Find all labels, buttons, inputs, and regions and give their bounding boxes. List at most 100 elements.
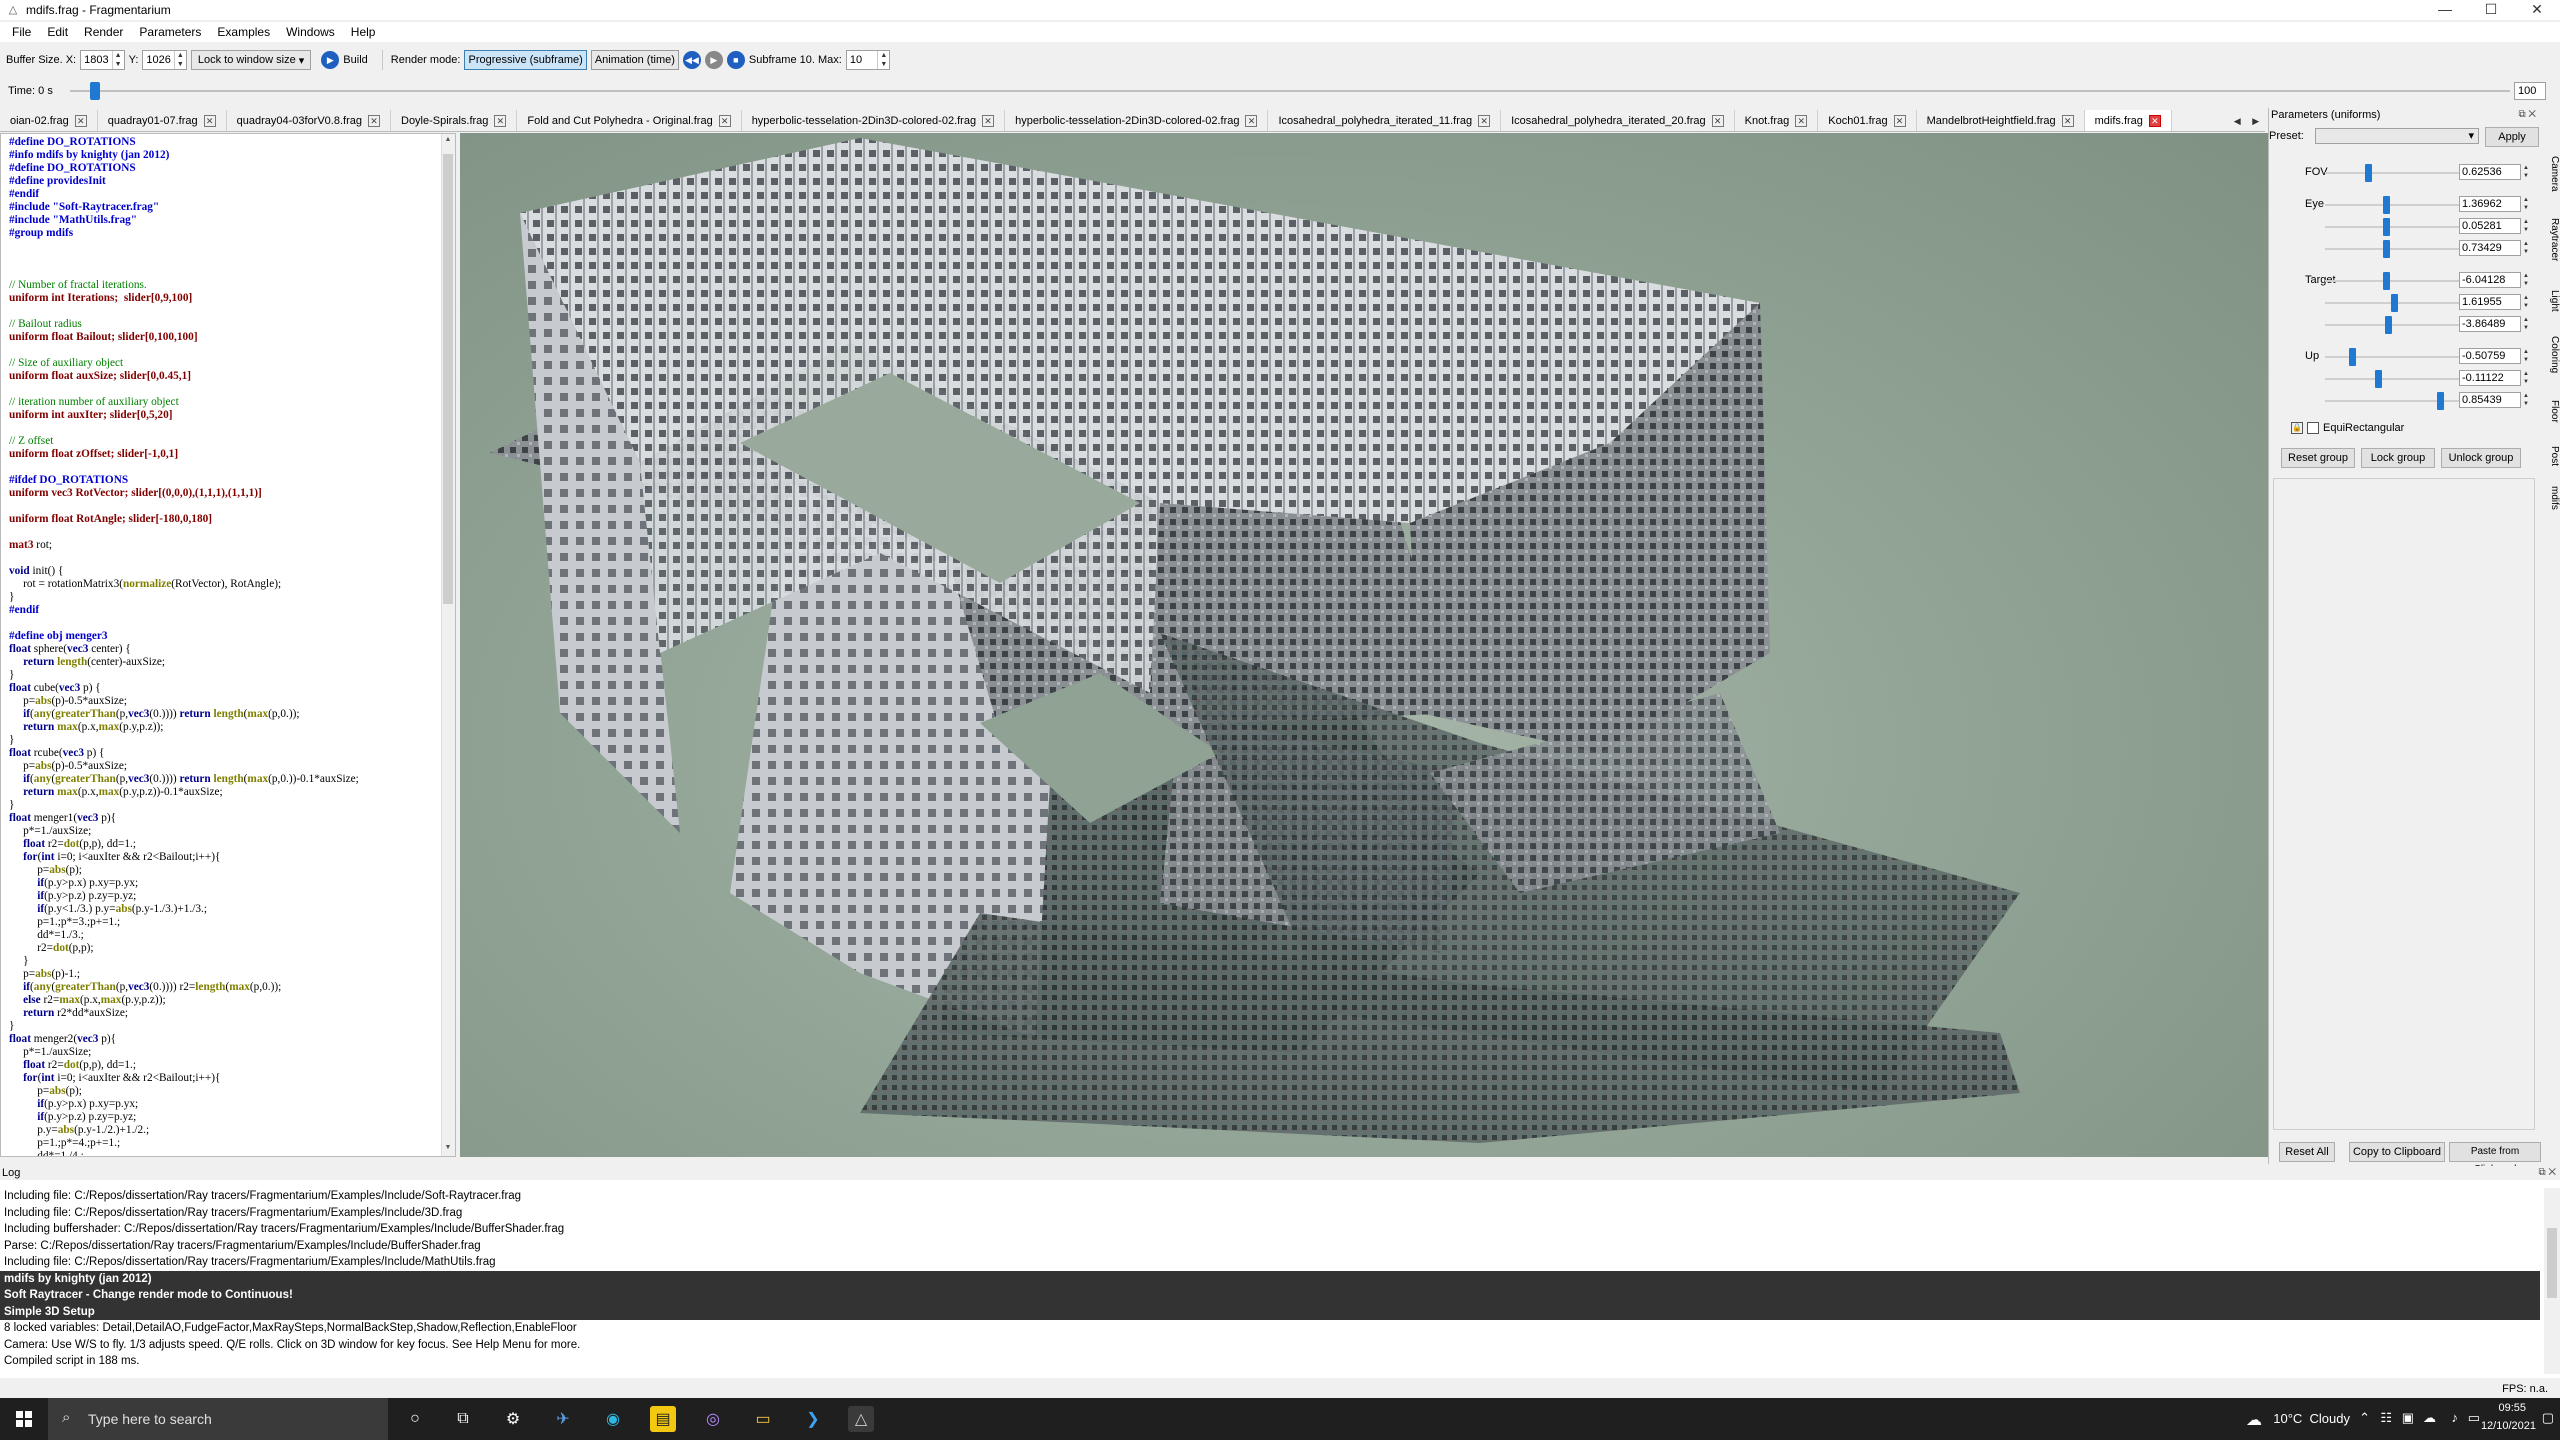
tab-file[interactable]: Fold and Cut Polyhedra - Original.frag ✕ <box>517 110 742 131</box>
menu-parameters[interactable]: Parameters <box>131 25 209 39</box>
stop-icon[interactable]: ■ <box>726 51 745 69</box>
menu-help[interactable]: Help <box>343 25 384 39</box>
cortana-icon[interactable]: ○ <box>402 1406 428 1432</box>
eye-z-input[interactable]: 0.73429 <box>2459 240 2521 256</box>
menu-file[interactable]: File <box>4 25 39 39</box>
spin-arrows-icon[interactable]: ▲ ▼ <box>877 51 889 69</box>
eye-z-slider[interactable] <box>2325 248 2465 250</box>
scroll-up-icon[interactable]: ▲ <box>443 136 453 146</box>
editor-scrollbar[interactable]: ▲ ▼ <box>441 134 455 1156</box>
network-icon[interactable]: ☷ <box>2380 1410 2392 1426</box>
eye-x-slider-handle[interactable] <box>2383 196 2390 214</box>
fov-input[interactable]: 0.62536 <box>2459 164 2521 180</box>
up-x-slider[interactable] <box>2325 356 2465 358</box>
tab-file[interactable]: oian-02.frag ✕ <box>0 110 98 131</box>
close-tab-icon[interactable]: ✕ <box>982 115 995 127</box>
eye-x-input[interactable]: 1.36962 <box>2459 196 2521 212</box>
log-scrollbar[interactable] <box>2544 1188 2560 1374</box>
spin-arrows-icon[interactable]: ▲ ▼ <box>2521 218 2531 234</box>
vtab-raytracer[interactable]: Raytracer <box>2541 218 2560 261</box>
spin-arrows-icon[interactable]: ▲ ▼ <box>2521 294 2531 310</box>
tab-file[interactable]: Doyle-Spirals.frag ✕ <box>391 110 518 131</box>
spin-arrows-icon[interactable]: ▲ ▼ <box>173 51 186 69</box>
close-tab-icon[interactable]: ✕ <box>203 115 216 127</box>
scroll-down-icon[interactable]: ▼ <box>443 1144 453 1154</box>
maximize-button[interactable]: ☐ <box>2468 0 2514 20</box>
up-z-slider-handle[interactable] <box>2437 392 2444 410</box>
target-y-input[interactable]: 1.61955 <box>2459 294 2521 310</box>
up-z-slider[interactable] <box>2325 400 2465 402</box>
reset-all-button[interactable]: Reset All <box>2279 1142 2335 1162</box>
tab-file[interactable]: hyperbolic-tesselation-2Din3D-colored-02… <box>1005 110 1269 131</box>
vtab-light[interactable]: Light <box>2541 290 2560 312</box>
close-tab-icon[interactable]: ✕ <box>74 115 87 127</box>
minimize-button[interactable]: — <box>2422 0 2468 20</box>
tray-chevron-icon[interactable]: ⌃ <box>2359 1410 2370 1426</box>
spin-arrows-icon[interactable]: ▲ ▼ <box>2521 164 2531 180</box>
close-tab-icon[interactable]: ✕ <box>1795 115 1808 127</box>
onedrive-icon[interactable]: ☁ <box>2423 1410 2436 1426</box>
taskbar-search-box[interactable]: ⌕ Type here to search <box>48 1398 388 1440</box>
volume-icon[interactable]: ♪ <box>2452 1410 2459 1425</box>
target-z-slider[interactable] <box>2325 324 2465 326</box>
tab-file[interactable]: Icosahedral_polyhedra_iterated_20.frag ✕ <box>1501 110 1735 131</box>
target-x-slider-handle[interactable] <box>2383 272 2390 290</box>
github-desktop-icon[interactable]: ◎ <box>700 1406 726 1432</box>
close-tab-icon[interactable]: ✕ <box>494 115 507 127</box>
rewind-icon[interactable]: ◀◀ <box>682 51 701 69</box>
spin-arrows-icon[interactable]: ▲ ▼ <box>111 51 124 69</box>
tab-file[interactable]: hyperbolic-tesselation-2Din3D-colored-02… <box>742 110 1006 131</box>
buffer-x-spinbox[interactable]: 1803 ▲ ▼ <box>80 50 125 70</box>
tab-scroll-right-icon[interactable]: ▶ <box>2252 116 2259 127</box>
settings-gear-icon[interactable]: ⚙ <box>500 1406 526 1432</box>
lock-group-button[interactable]: Lock group <box>2361 448 2435 468</box>
close-tab-icon[interactable]: ✕ <box>1711 115 1724 127</box>
tray-app-icon[interactable]: ▣ <box>2402 1410 2414 1426</box>
editor-scroll-thumb[interactable] <box>443 154 453 604</box>
vtab-coloring[interactable]: Coloring <box>2541 336 2560 373</box>
spin-arrows-icon[interactable]: ▲ ▼ <box>2521 196 2531 212</box>
copy-to-clipboard-button[interactable]: Copy to Clipboard <box>2349 1142 2445 1162</box>
menu-edit[interactable]: Edit <box>39 25 76 39</box>
close-tab-icon[interactable]: ✕ <box>2061 115 2074 127</box>
tab-file[interactable]: MandelbrotHeightfield.frag ✕ <box>1917 110 2085 131</box>
task-view-icon[interactable]: ⧉ <box>450 1406 476 1432</box>
tab-file-active[interactable]: mdifs.frag ✕ <box>2084 110 2172 131</box>
close-tab-icon[interactable]: ✕ <box>718 115 731 127</box>
menu-windows[interactable]: Windows <box>278 25 343 39</box>
tab-file[interactable]: quadray01-07.frag ✕ <box>98 110 227 131</box>
buffer-y-spinbox[interactable]: 1026 ▲ ▼ <box>142 50 187 70</box>
bird-app-icon[interactable]: ✈ <box>550 1406 576 1432</box>
subframe-max-spinbox[interactable]: 10 ▲ ▼ <box>845 50 891 70</box>
up-y-slider[interactable] <box>2325 378 2465 380</box>
spin-arrows-icon[interactable]: ▲ ▼ <box>2521 392 2531 408</box>
menu-examples[interactable]: Examples <box>209 25 278 39</box>
lock-size-dropdown[interactable]: Lock to window size ▾ <box>190 50 312 70</box>
vtab-floor[interactable]: Floor <box>2541 400 2560 423</box>
clock-time[interactable]: 09:55 <box>2498 1402 2526 1414</box>
clock-date[interactable]: 12/10/2021 <box>2481 1420 2536 1432</box>
panel-float-close-icon[interactable]: ⧉ ✕ <box>2538 1166 2556 1180</box>
spin-arrows-icon[interactable]: ▲ ▼ <box>2521 272 2531 288</box>
time-end-input[interactable]: 100 <box>2514 82 2546 100</box>
up-y-input[interactable]: -0.11122 <box>2459 370 2521 386</box>
time-slider-handle[interactable] <box>90 82 100 100</box>
target-x-input[interactable]: -6.04128 <box>2459 272 2521 288</box>
target-x-slider[interactable] <box>2325 280 2465 282</box>
close-tab-icon[interactable]: ✕ <box>1893 115 1906 127</box>
render-viewport[interactable] <box>460 133 2268 1157</box>
spin-arrows-icon[interactable]: ▲ ▼ <box>2521 348 2531 364</box>
preset-dropdown[interactable]: ▾ <box>2315 128 2479 144</box>
up-z-input[interactable]: 0.85439 <box>2459 392 2521 408</box>
battery-icon[interactable]: ▭ <box>2468 1410 2480 1426</box>
log-scroll-thumb[interactable] <box>2547 1228 2557 1298</box>
tab-file[interactable]: Koch01.frag ✕ <box>1818 110 1917 131</box>
fov-slider[interactable] <box>2325 172 2465 174</box>
up-x-slider-handle[interactable] <box>2349 348 2356 366</box>
reset-group-button[interactable]: Reset group <box>2281 448 2355 468</box>
play-icon[interactable]: ▶ <box>704 51 723 69</box>
tab-file[interactable]: Icosahedral_polyhedra_iterated_11.frag ✕ <box>1268 110 1502 131</box>
target-y-slider-handle[interactable] <box>2391 294 2398 312</box>
weather-text[interactable]: 10°C Cloudy <box>2273 1411 2350 1426</box>
up-x-input[interactable]: -0.50759 <box>2459 348 2521 364</box>
